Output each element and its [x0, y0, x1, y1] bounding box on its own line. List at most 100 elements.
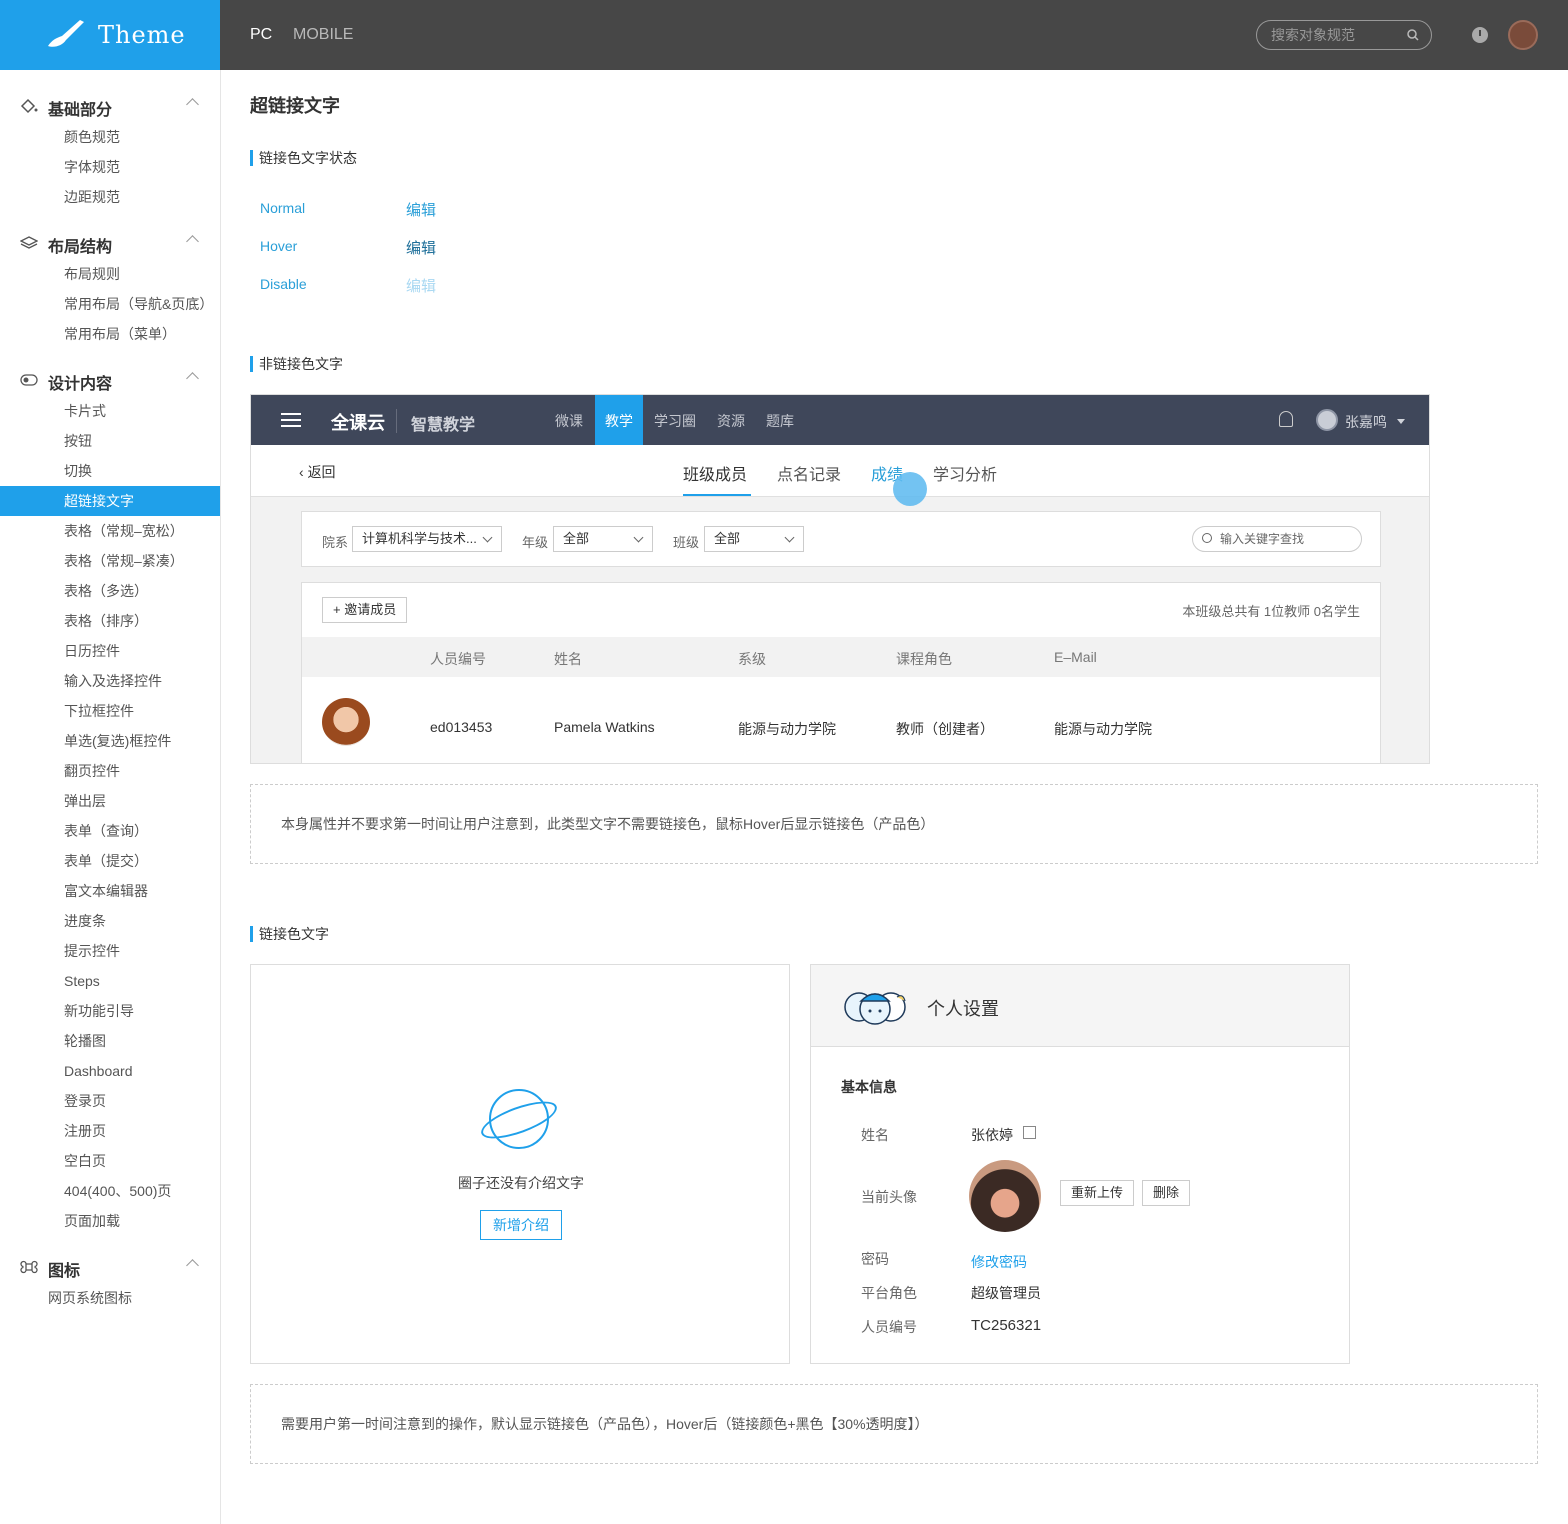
demo-brand[interactable]: 全课云: [331, 409, 385, 435]
page-title: 超链接文字: [250, 96, 340, 116]
filter-label-class: 班级: [673, 535, 700, 550]
nav-item[interactable]: 题库: [756, 395, 804, 445]
sidebar-item[interactable]: 卡片式: [0, 396, 220, 426]
edit-link-hover[interactable]: 编辑: [406, 237, 436, 258]
sidebar-item[interactable]: 表单（查询）: [0, 816, 220, 846]
nav-item[interactable]: 微课: [545, 395, 593, 445]
subtab-roll-call[interactable]: 点名记录: [777, 461, 841, 485]
invite-member-button[interactable]: + 邀请成员: [322, 597, 408, 623]
active-tab-underline: [683, 494, 751, 496]
profile-settings-card: 个人设置 基本信息 姓名 张依婷 当前头像 重新上传 删除 密码 修改密码 平台…: [810, 964, 1350, 1364]
sidebar-item[interactable]: 空白页: [0, 1146, 220, 1176]
sidebar-item[interactable]: 日历控件: [0, 636, 220, 666]
chevron-down-icon: [784, 532, 795, 543]
edit-icon[interactable]: [1023, 1126, 1036, 1139]
add-intro-button[interactable]: 新增介绍: [480, 1210, 562, 1240]
back-link[interactable]: ‹ 返回: [299, 462, 336, 482]
nav-item[interactable]: 学习圈: [644, 395, 706, 445]
column-header[interactable]: 系级: [738, 649, 766, 669]
reupload-button[interactable]: 重新上传: [1060, 1180, 1135, 1206]
sidebar-item[interactable]: 新功能引导: [0, 996, 220, 1026]
sidebar-item-web-icons[interactable]: 网页系统图标: [0, 1283, 220, 1313]
column-header[interactable]: 课程角色: [896, 649, 952, 669]
app-logo[interactable]: Theme: [0, 0, 220, 70]
column-header[interactable]: E–Mail: [1054, 649, 1097, 665]
sidebar-item[interactable]: Dashboard: [0, 1056, 220, 1086]
sidebar-item-layout-nav[interactable]: 常用布局（导航&页底）: [0, 289, 220, 319]
sidebar-item[interactable]: 按钮: [0, 426, 220, 456]
sidebar-item[interactable]: 表格（多选）: [0, 576, 220, 606]
clock-icon[interactable]: [1472, 27, 1488, 43]
sidebar-group-icons[interactable]: 图标: [0, 1252, 220, 1282]
chevron-up-icon[interactable]: [186, 235, 199, 248]
bell-icon[interactable]: [1279, 411, 1293, 427]
sidebar-group-layout[interactable]: 布局结构: [0, 228, 220, 258]
section-title: 链接色文字状态: [250, 150, 357, 166]
sidebar-item[interactable]: 404(400、500)页: [0, 1176, 220, 1206]
sidebar-group-basics[interactable]: 基础部分: [0, 91, 220, 121]
change-password-link[interactable]: 修改密码: [971, 1252, 1027, 1272]
sidebar-group-design[interactable]: 设计内容: [0, 365, 220, 395]
top-bar: PC MOBILE 搜索对象规范: [220, 0, 1568, 70]
state-label-normal: Normal: [260, 200, 306, 216]
dept-select[interactable]: 计算机科学与技术...: [352, 526, 502, 552]
grade-select[interactable]: 全部: [553, 526, 653, 552]
sidebar-item[interactable]: 表格（常规–紧凑）: [0, 546, 220, 576]
delete-button[interactable]: 删除: [1142, 1180, 1191, 1206]
sidebar-item[interactable]: 进度条: [0, 906, 220, 936]
sidebar-item[interactable]: 表单（提交）: [0, 846, 220, 876]
sidebar-item[interactable]: 输入及选择控件: [0, 666, 220, 696]
column-header[interactable]: 人员编号: [430, 649, 486, 669]
hamburger-menu-icon[interactable]: [281, 413, 301, 427]
column-header[interactable]: 姓名: [554, 649, 582, 669]
tab-pc[interactable]: PC: [250, 26, 272, 44]
chevron-up-icon[interactable]: [186, 372, 199, 385]
sidebar-item[interactable]: 表格（排序）: [0, 606, 220, 636]
class-select[interactable]: 全部: [704, 526, 804, 552]
sidebar-item[interactable]: 单选(复选)框控件: [0, 726, 220, 756]
keyword-search-input[interactable]: 输入关键字查找: [1192, 526, 1362, 552]
sidebar-item[interactable]: 注册页: [0, 1116, 220, 1146]
subtab-members[interactable]: 班级成员: [683, 461, 747, 485]
nav-item-active[interactable]: 教学: [595, 395, 643, 445]
command-icon: [20, 1260, 38, 1274]
edit-link-normal[interactable]: 编辑: [406, 199, 436, 220]
sidebar-item-spacing[interactable]: 边距规范: [0, 182, 220, 212]
caret-down-icon[interactable]: [1397, 419, 1405, 424]
users-icon: [844, 992, 906, 1025]
sidebar-item[interactable]: 表格（常规–宽松）: [0, 516, 220, 546]
search-placeholder: 搜索对象规范: [1271, 27, 1355, 43]
field-value-name: 张依婷: [971, 1127, 1013, 1143]
sidebar-item[interactable]: 提示控件: [0, 936, 220, 966]
filter-label-grade: 年级: [522, 535, 549, 550]
search-icon[interactable]: [1407, 29, 1419, 41]
sidebar-item[interactable]: 页面加载: [0, 1206, 220, 1236]
sidebar-item-color[interactable]: 颜色规范: [0, 122, 220, 152]
sidebar-item[interactable]: 翻页控件: [0, 756, 220, 786]
sidebar-item[interactable]: 下拉框控件: [0, 696, 220, 726]
search-input[interactable]: 搜索对象规范: [1256, 20, 1432, 50]
sidebar-item[interactable]: 弹出层: [0, 786, 220, 816]
sidebar-item-layout-menu[interactable]: 常用布局（菜单）: [0, 319, 220, 349]
sidebar-item-layout-rules[interactable]: 布局规则: [0, 259, 220, 289]
sidebar-item[interactable]: 富文本编辑器: [0, 876, 220, 906]
tab-mobile[interactable]: MOBILE: [293, 26, 353, 44]
sidebar-item[interactable]: 轮播图: [0, 1026, 220, 1056]
paint-bucket-icon: [20, 98, 38, 114]
table-cell: 能源与动力学院: [1054, 721, 1152, 737]
sidebar-item-active[interactable]: 超链接文字: [0, 486, 220, 516]
sidebar-group-label: 基础部分: [48, 102, 113, 119]
chevron-up-icon[interactable]: [186, 1259, 199, 1272]
nav-item[interactable]: 资源: [707, 395, 755, 445]
sidebar-group-label: 图标: [48, 1263, 81, 1280]
avatar[interactable]: [1316, 409, 1338, 431]
chevron-up-icon[interactable]: [186, 98, 199, 111]
sidebar-item[interactable]: 切换: [0, 456, 220, 486]
user-avatar[interactable]: [1508, 20, 1538, 50]
field-value-role: 超级管理员: [971, 1285, 1041, 1301]
subtab-analysis[interactable]: 学习分析: [933, 461, 997, 485]
sidebar-item[interactable]: Steps: [0, 966, 220, 996]
demo-username[interactable]: 张嘉鸣: [1345, 412, 1387, 432]
sidebar-item-font[interactable]: 字体规范: [0, 152, 220, 182]
sidebar-item[interactable]: 登录页: [0, 1086, 220, 1116]
